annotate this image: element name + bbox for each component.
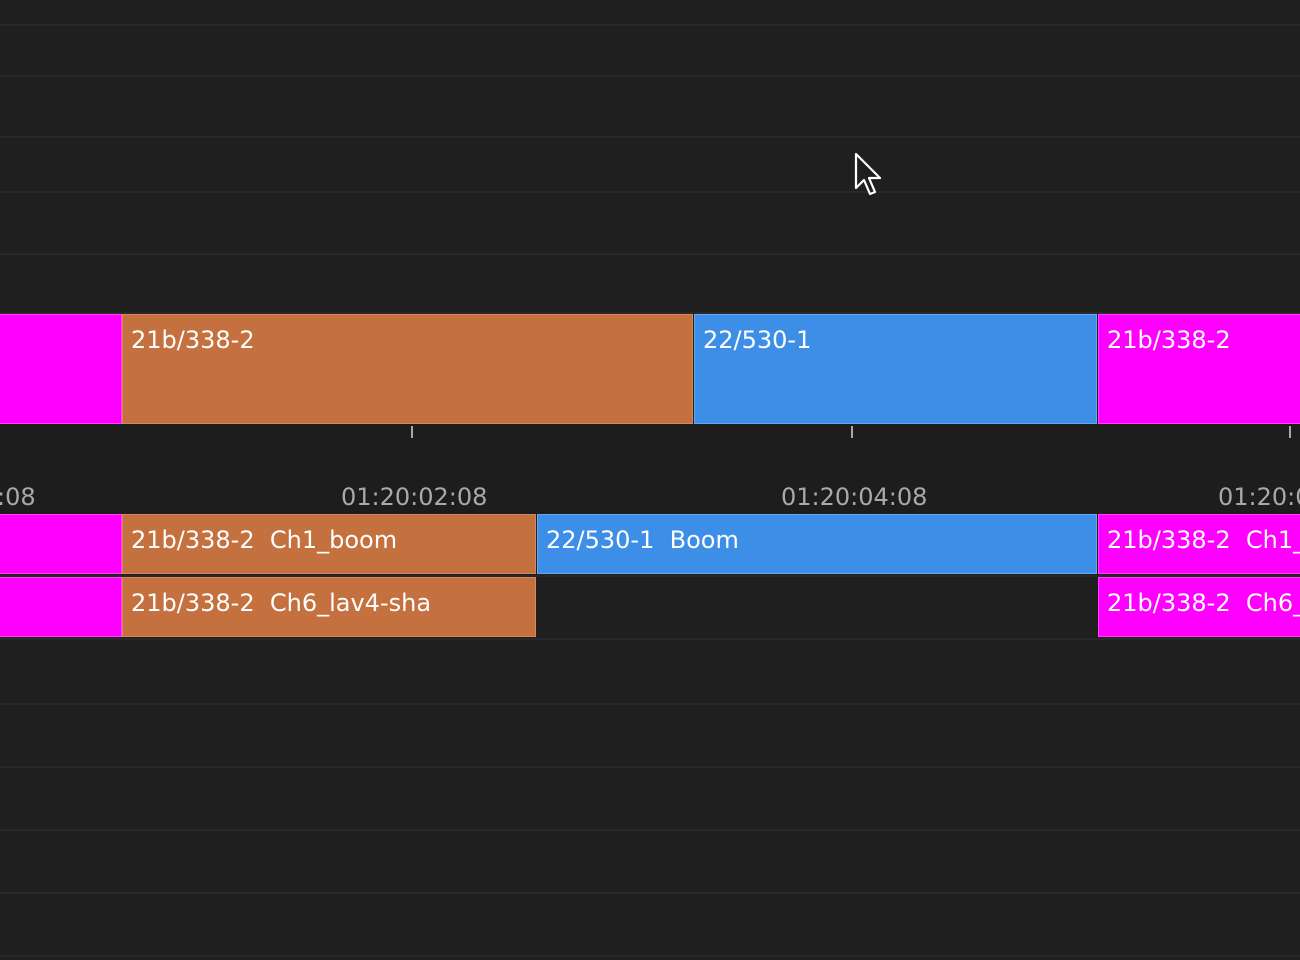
track-divider: [0, 703, 1300, 705]
track-divider: [0, 829, 1300, 831]
video-clip[interactable]: 22/530-1: [694, 314, 1097, 424]
ruler-tick: [1289, 426, 1291, 438]
mouse-pointer-icon: [854, 152, 882, 196]
ruler-timecode: 01:20:02:08: [341, 483, 488, 511]
track-divider: [0, 136, 1300, 138]
ruler-timecode: :08: [0, 483, 36, 511]
track-divider: [0, 892, 1300, 894]
audio-clip[interactable]: 21b/338-2 Ch6_: [1098, 577, 1300, 637]
audio-clip[interactable]: 21b/338-2 Ch1_boom: [122, 514, 536, 574]
audio-clip[interactable]: 21b/338-2 Ch6_lav4-sha: [122, 577, 536, 637]
audio-clip[interactable]: 21b/338-2 Ch1_: [1098, 514, 1300, 574]
ruler-timecode: 01:20:04:08: [781, 483, 928, 511]
video-clip[interactable]: 21b/338-2: [122, 314, 693, 424]
audio-clip[interactable]: 22/530-1 Boom: [537, 514, 1097, 574]
audio-clip[interactable]: [0, 577, 122, 637]
ruler-tick: [411, 426, 413, 438]
track-divider: [0, 191, 1300, 193]
ruler-timecode: 01:20:0: [1218, 483, 1300, 511]
track-divider: [0, 24, 1300, 26]
track-divider: [0, 766, 1300, 768]
timecode-ruler[interactable]: [0, 424, 1300, 514]
audio-clip[interactable]: [0, 514, 122, 574]
timeline[interactable]: 21b/338-2 22/530-1 21b/338-2 :08 01:20:0…: [0, 0, 1300, 960]
video-clip[interactable]: 21b/338-2: [1098, 314, 1300, 424]
track-divider: [0, 638, 1300, 640]
track-divider: [0, 955, 1300, 957]
ruler-tick: [851, 426, 853, 438]
track-divider: [0, 253, 1300, 255]
track-divider: [0, 75, 1300, 77]
video-clip[interactable]: [0, 314, 122, 424]
